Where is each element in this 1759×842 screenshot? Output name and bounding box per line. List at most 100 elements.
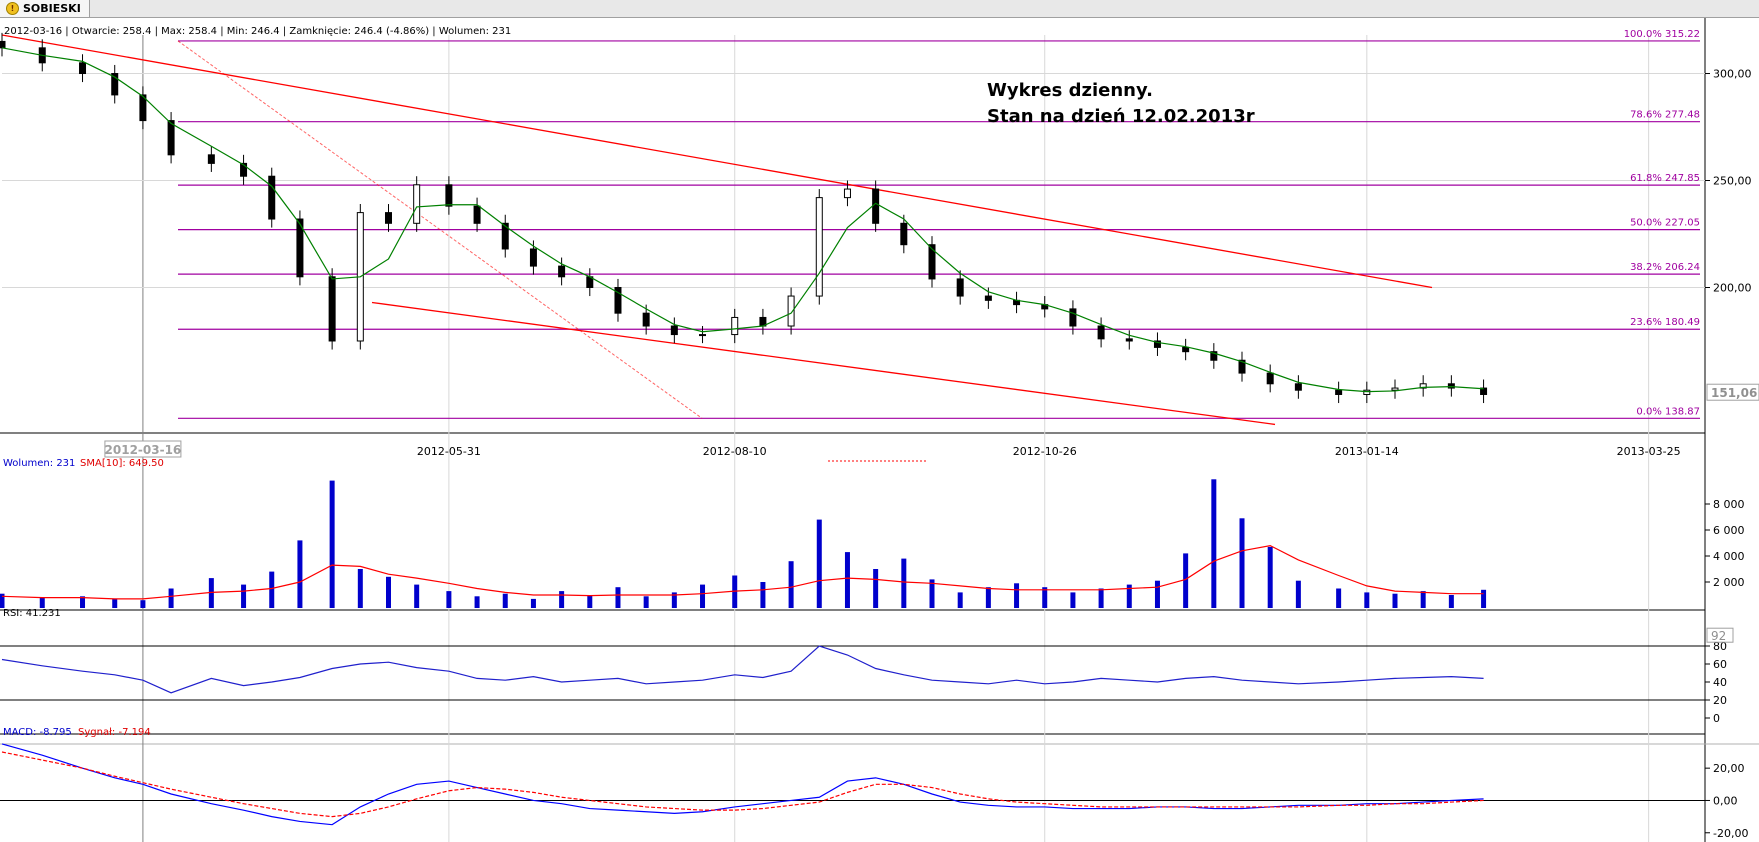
candle-body xyxy=(0,40,6,49)
volume-bar xyxy=(385,576,391,608)
volume-y-tick-label: 8 000 xyxy=(1713,498,1745,511)
volume-bar xyxy=(414,584,420,608)
tab-sobieski[interactable]: ! SOBIESKI xyxy=(0,0,90,17)
rsi-line xyxy=(1,645,1484,694)
fibonacci-label: 23.6% 180.49 xyxy=(1630,317,1700,328)
volume-bar xyxy=(329,480,335,608)
x-tick-label: 2013-03-25 xyxy=(1617,445,1681,458)
rsi-y-tick-label: 0 xyxy=(1713,712,1720,725)
volume-bar xyxy=(530,598,536,608)
volume-bar xyxy=(1364,592,1370,608)
volume-bar xyxy=(297,540,303,608)
candle-body xyxy=(642,312,650,327)
rsi-y-tick-label: 20 xyxy=(1713,694,1727,707)
x-tick-label: 2012-10-26 xyxy=(1013,445,1077,458)
rsi-y-tick-label: 60 xyxy=(1713,658,1727,671)
volume-bar xyxy=(1481,589,1487,608)
y-tick-label: 250,00 xyxy=(1713,175,1752,188)
volume-bar xyxy=(502,593,508,608)
volume-bar xyxy=(474,596,480,608)
rsi-badge: 92 xyxy=(1711,629,1726,643)
candle-body xyxy=(1335,389,1343,395)
volume-bar xyxy=(1014,583,1020,608)
volume-bar xyxy=(112,598,118,608)
signal-line xyxy=(1,751,1484,818)
candle-body xyxy=(699,334,707,337)
volume-bar xyxy=(1336,588,1342,608)
tab-label: SOBIESKI xyxy=(23,2,81,15)
candle-body xyxy=(1391,387,1399,391)
y-tick-label: 200,00 xyxy=(1713,281,1752,294)
macd-label: MACD: -8.795 xyxy=(3,727,72,738)
candle-body xyxy=(731,316,739,336)
annotation-line-2: Stan na dzień 12.02.2013r xyxy=(987,106,1255,127)
volume-bar xyxy=(1183,553,1189,608)
candle-body xyxy=(1182,346,1190,353)
warning-icon: ! xyxy=(6,2,19,15)
macd-y-tick-label: -20,00 xyxy=(1713,827,1748,840)
candle-body xyxy=(445,184,453,207)
volume-bar xyxy=(873,569,879,608)
volume-bar xyxy=(168,588,174,608)
volume-bar xyxy=(615,587,621,608)
candle-body xyxy=(843,188,851,199)
volume-bar xyxy=(643,596,649,608)
volume-bar xyxy=(587,595,593,608)
volume-bar xyxy=(816,519,822,608)
annotation-line-1: Wykres dzienny. xyxy=(987,80,1153,101)
candle-body xyxy=(1125,338,1133,342)
fibonacci-label: 78.6% 277.48 xyxy=(1630,110,1700,121)
macd-y-tick-label: 0,00 xyxy=(1713,794,1738,807)
volume-bar xyxy=(39,597,45,608)
volume-bar xyxy=(788,561,794,608)
volume-bar xyxy=(1239,518,1245,608)
fibonacci-label: 0.0% 138.87 xyxy=(1636,406,1700,417)
chart-annotation: Wykres dzienny. Stan na dzień 12.02.2013… xyxy=(987,78,1255,130)
candle-body xyxy=(1266,372,1274,385)
volume-y-tick-label: 4 000 xyxy=(1713,550,1745,563)
candle-body xyxy=(384,212,392,224)
candle-body xyxy=(670,325,678,336)
volume-label: Wolumen: 231 xyxy=(3,458,76,469)
chart-canvas[interactable]: 100.0% 315.22 78.6% 277.48 61.8% 247.85 50.… xyxy=(0,18,1759,842)
candle-body xyxy=(984,295,992,301)
rsi-y-tick-label: 40 xyxy=(1713,676,1727,689)
candle-body xyxy=(558,265,566,278)
fibonacci-label: 38.2% 206.24 xyxy=(1630,262,1700,273)
candle-body xyxy=(1447,383,1455,389)
candle-body xyxy=(928,244,936,280)
volume-bar xyxy=(140,600,146,608)
volume-bar xyxy=(1448,595,1454,608)
candle-body xyxy=(956,278,964,297)
volume-bar xyxy=(241,584,247,608)
price-badge: 151,06 xyxy=(1711,386,1757,400)
candle-body xyxy=(1097,325,1105,340)
candle-body xyxy=(1294,383,1302,391)
volume-bar xyxy=(1098,588,1104,608)
candle-body xyxy=(872,188,880,224)
upper-trend-line xyxy=(1,34,1433,289)
candle-body xyxy=(167,120,175,156)
volume-bar xyxy=(901,558,907,608)
volume-bar xyxy=(844,552,850,608)
volume-bar xyxy=(985,587,991,608)
volume-bar xyxy=(1392,593,1398,608)
volume-bar xyxy=(957,592,963,608)
lower-trend-line xyxy=(371,301,1276,426)
volume-bar xyxy=(700,584,706,608)
volume-bar xyxy=(446,591,452,608)
candle-body xyxy=(815,197,823,297)
candle-body xyxy=(328,276,336,342)
candle-body xyxy=(268,175,276,220)
volume-bar xyxy=(357,569,363,608)
volume-bar xyxy=(760,582,766,608)
fibonacci-label: 61.8% 247.85 xyxy=(1630,173,1700,184)
macd-y-tick-label: 20,00 xyxy=(1713,762,1745,775)
tab-bar: ! SOBIESKI xyxy=(0,0,1759,18)
candle-body xyxy=(1363,389,1371,395)
rsi-label: RSI: 41.231 xyxy=(3,608,61,619)
signal-label: Sygnał: -7.194 xyxy=(78,727,151,738)
candle-body xyxy=(1069,308,1077,327)
moving-average-line xyxy=(1,47,1484,393)
fibonacci-label: 50.0% 227.05 xyxy=(1630,218,1700,229)
